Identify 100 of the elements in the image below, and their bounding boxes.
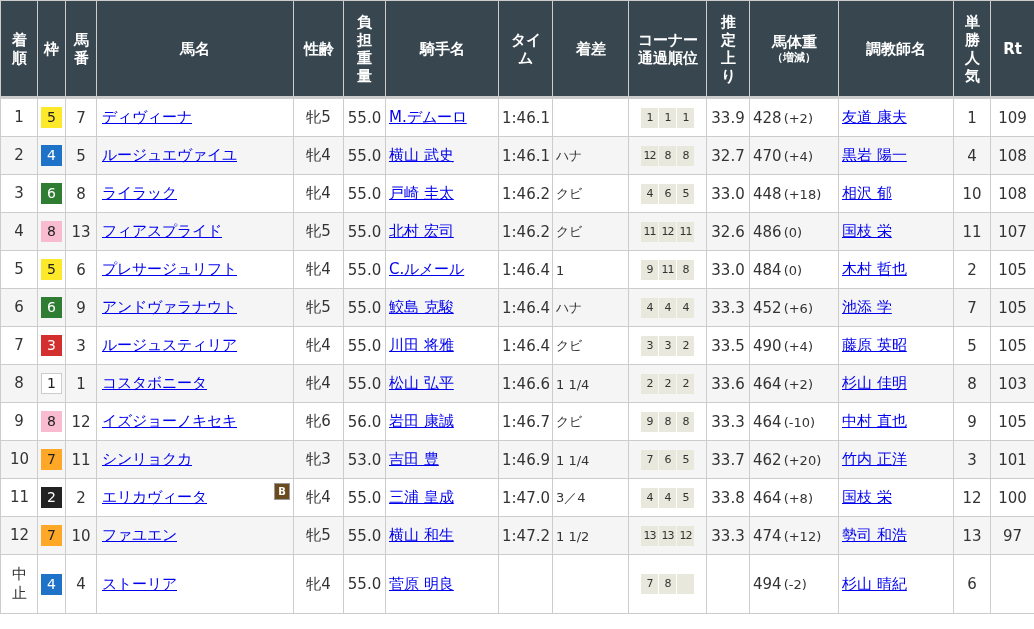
corner-position: 11 <box>641 221 658 242</box>
weight-carried: 55.0 <box>347 374 382 393</box>
corner-position: 1 <box>641 107 658 128</box>
column-header: 性齢 <box>293 0 344 98</box>
last-3f-time: 32.6 <box>711 222 745 241</box>
trainer-link[interactable]: 池添 学 <box>842 298 892 316</box>
weight-change: (0) <box>783 262 803 278</box>
trainer-link[interactable]: 相沢 郁 <box>842 184 892 202</box>
body-weight: 464 <box>753 412 782 431</box>
body-weight: 462 <box>753 450 782 469</box>
last-3f-time: 33.3 <box>711 298 745 317</box>
sex-age: 牝4 <box>306 146 331 164</box>
weight-change: (+6) <box>783 300 813 316</box>
horse-name-link[interactable]: ストーリア <box>102 574 177 593</box>
horse-number: 8 <box>76 184 86 203</box>
trainer-link[interactable]: 杉山 晴紀 <box>842 574 907 593</box>
horse-name-link[interactable]: ファユエン <box>102 526 177 544</box>
corner-position: 3 <box>659 335 676 356</box>
horse-number: 10 <box>71 526 91 545</box>
finish-time: 1:46.1 <box>502 146 550 165</box>
last-3f-time: 33.0 <box>711 260 745 279</box>
finish-position: 11 <box>10 487 28 508</box>
rating: 105 <box>998 298 1027 317</box>
corner-position: 4 <box>659 487 676 508</box>
finish-position: 7 <box>13 335 25 356</box>
weight-change: (0) <box>783 224 803 240</box>
weight-carried: 55.0 <box>347 488 382 507</box>
last-3f-time: 33.5 <box>711 336 745 355</box>
rating: 109 <box>998 108 1027 127</box>
weight-carried: 55.0 <box>347 108 382 127</box>
column-header: Rt <box>990 0 1034 98</box>
finish-time: 1:47.0 <box>502 488 550 507</box>
popularity: 13 <box>962 526 982 545</box>
bracket-number: 7 <box>41 525 62 546</box>
corner-position: 13 <box>641 525 658 546</box>
column-header: 枠 <box>37 0 66 98</box>
corner-position: 12 <box>659 221 676 242</box>
last-3f-time: 33.9 <box>711 108 745 127</box>
sex-age: 牝3 <box>306 450 331 468</box>
corner-position: 12 <box>677 525 694 546</box>
weight-change: (+20) <box>783 452 822 468</box>
horse-name-link[interactable]: ライラック <box>102 184 177 202</box>
corner-position: 8 <box>677 411 694 432</box>
bracket-number: 6 <box>41 183 62 204</box>
corner-position: 4 <box>641 183 658 204</box>
bracket-number: 3 <box>41 335 62 356</box>
corner-position: 9 <box>641 411 658 432</box>
trainer-link[interactable]: 国枝 栄 <box>842 222 892 240</box>
weight-change: (+12) <box>783 528 822 544</box>
finish-position: 3 <box>13 183 25 204</box>
sex-age: 牝6 <box>306 412 331 430</box>
column-header: 調教師名 <box>838 0 954 98</box>
corner-position: 8 <box>659 574 676 594</box>
horse-number: 1 <box>76 374 86 393</box>
rating: 97 <box>1002 526 1023 545</box>
horse-number: 11 <box>71 450 91 469</box>
horse-number: 5 <box>76 146 86 165</box>
corner-position: 1 <box>659 107 676 128</box>
margin: クビ <box>556 224 582 239</box>
trainer-link[interactable]: 国枝 栄 <box>842 488 892 506</box>
jockey-link[interactable]: 菅原 明良 <box>389 574 454 593</box>
bracket-number: 5 <box>41 107 62 128</box>
rating: 107 <box>998 222 1027 241</box>
popularity: 3 <box>967 450 977 469</box>
corner-position: 6 <box>659 449 676 470</box>
column-header: 馬番 <box>65 0 97 98</box>
horse-number: 6 <box>76 260 86 279</box>
corner-position: 4 <box>641 297 658 318</box>
rating: 105 <box>998 412 1027 431</box>
corner-position: 6 <box>659 183 676 204</box>
margin: 1 <box>556 262 565 278</box>
corner-position: 1 <box>677 107 694 128</box>
popularity: 12 <box>962 488 982 507</box>
rating: 105 <box>998 260 1027 279</box>
bracket-number: 4 <box>41 573 62 595</box>
last-3f-time: 33.7 <box>711 450 745 469</box>
corner-position: 4 <box>641 487 658 508</box>
rating: 100 <box>998 488 1027 507</box>
margin: 1 1/4 <box>556 376 590 392</box>
column-header: 騎手名 <box>385 0 499 98</box>
bracket-number: 2 <box>41 487 62 508</box>
corner-position: 2 <box>677 373 694 394</box>
finish-position: 4 <box>13 221 25 242</box>
finish-position: 6 <box>13 297 25 318</box>
weight-carried: 55.0 <box>347 222 382 241</box>
margin: 1 1/4 <box>556 452 590 468</box>
sex-age: 牝4 <box>306 574 331 593</box>
weight-change: (-2) <box>783 577 807 592</box>
horse-number: 12 <box>71 412 91 431</box>
bracket-number: 8 <box>41 221 62 242</box>
last-3f-time: 33.8 <box>711 488 745 507</box>
last-3f-time: 33.3 <box>711 526 745 545</box>
sex-age: 牝4 <box>306 336 331 354</box>
popularity: 7 <box>967 298 977 317</box>
horse-name-link[interactable]: エリカヴィータ <box>102 488 207 506</box>
corner-position: 7 <box>641 574 658 594</box>
body-weight: 484 <box>753 260 782 279</box>
corner-position: 5 <box>677 487 694 508</box>
column-header: 推定上り <box>706 0 750 98</box>
column-header: タイム <box>498 0 553 98</box>
